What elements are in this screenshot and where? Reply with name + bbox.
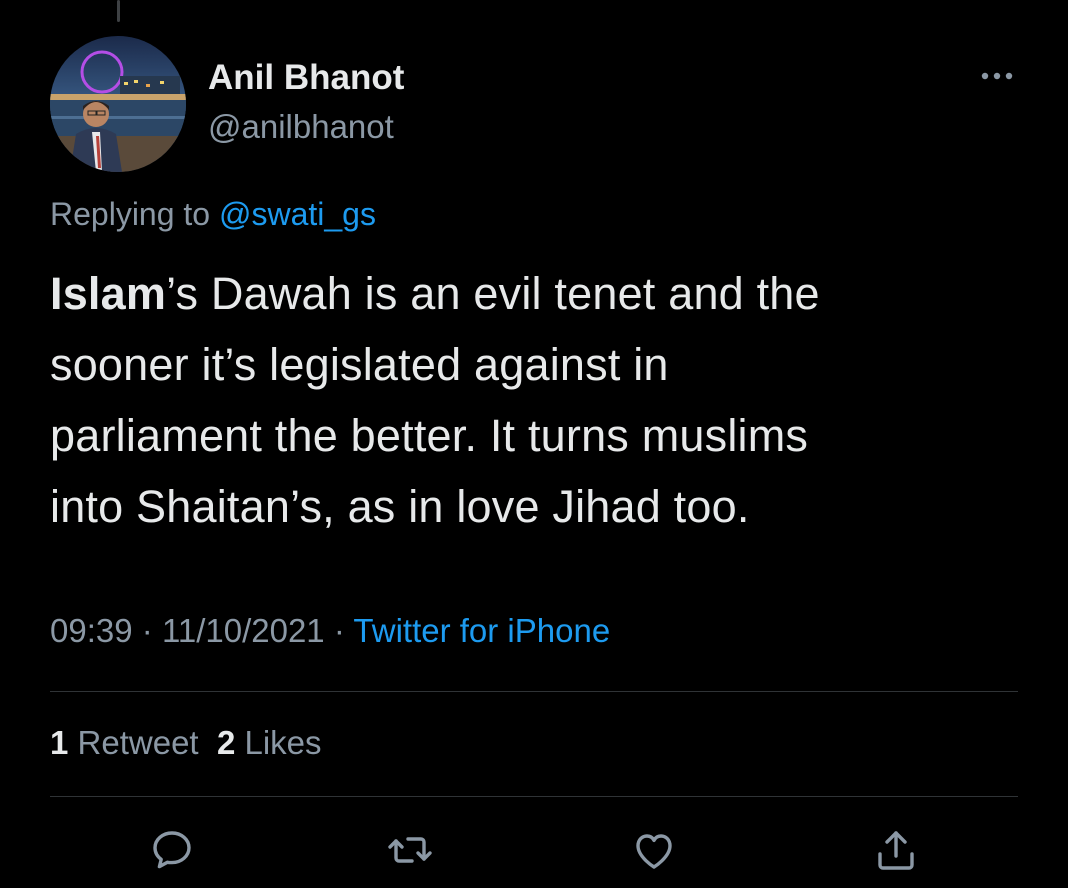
tweet-line-text: sooner it’s legislated against in	[50, 339, 669, 390]
tweet-line-text: into Shaitan’s, as in love Jihad too.	[50, 481, 750, 532]
reply-mention-link[interactable]: @swati_gs	[219, 196, 376, 232]
user-handle[interactable]: @anilbhanot	[208, 108, 394, 146]
tweet-line: parliament the better. It turns muslims	[50, 400, 1040, 471]
replying-prefix: Replying to	[50, 196, 211, 232]
avatar[interactable]	[50, 36, 186, 172]
tweet-metadata: 09:39 · 11/10/2021 · Twitter for iPhone	[50, 612, 610, 650]
retweets-label: Retweet	[77, 724, 199, 761]
tweet-source-link[interactable]: Twitter for iPhone	[353, 612, 610, 649]
share-icon	[878, 831, 914, 870]
retweet-icon	[388, 837, 432, 863]
likes-label: Likes	[244, 724, 322, 761]
reply-button[interactable]	[148, 826, 196, 874]
likes-count: 2	[216, 724, 236, 761]
avatar-image	[50, 36, 186, 172]
divider	[50, 796, 1018, 797]
tweet-line: Islam’s Dawah is an evil tenet and the	[50, 258, 1040, 329]
tweet-date[interactable]: 11/10/2021	[162, 612, 325, 649]
reply-icon	[153, 831, 191, 869]
display-name[interactable]: Anil Bhanot	[208, 58, 404, 98]
meta-separator: ·	[333, 612, 345, 649]
tweet-line-text: parliament the better. It turns muslims	[50, 410, 809, 461]
retweets-count: 1	[50, 724, 69, 761]
tweet-time[interactable]: 09:39	[50, 612, 133, 649]
divider	[50, 691, 1018, 692]
retweet-button[interactable]	[386, 826, 434, 874]
tweet-line-text: ’s Dawah is an evil tenet and the	[166, 268, 820, 319]
heart-icon	[636, 834, 672, 869]
thread-connector-line	[117, 0, 120, 22]
tweet-body: Islam’s Dawah is an evil tenet and the s…	[50, 258, 1040, 542]
share-button[interactable]	[872, 826, 920, 874]
meta-separator: ·	[141, 612, 153, 649]
tweet-line: into Shaitan’s, as in love Jihad too.	[50, 471, 1040, 542]
likes-stat[interactable]: 2 Likes	[217, 724, 322, 761]
more-options-icon[interactable]	[976, 64, 1018, 88]
tweet-bold-word: Islam	[50, 268, 167, 319]
engagement-stats: 1 Retweet 2 Likes	[50, 724, 322, 762]
like-button[interactable]	[630, 826, 678, 874]
replying-to: Replying to @swati_gs	[50, 196, 376, 233]
tweet-line: sooner it’s legislated against in	[50, 329, 1040, 400]
retweets-stat[interactable]: 1 Retweet	[50, 724, 199, 761]
